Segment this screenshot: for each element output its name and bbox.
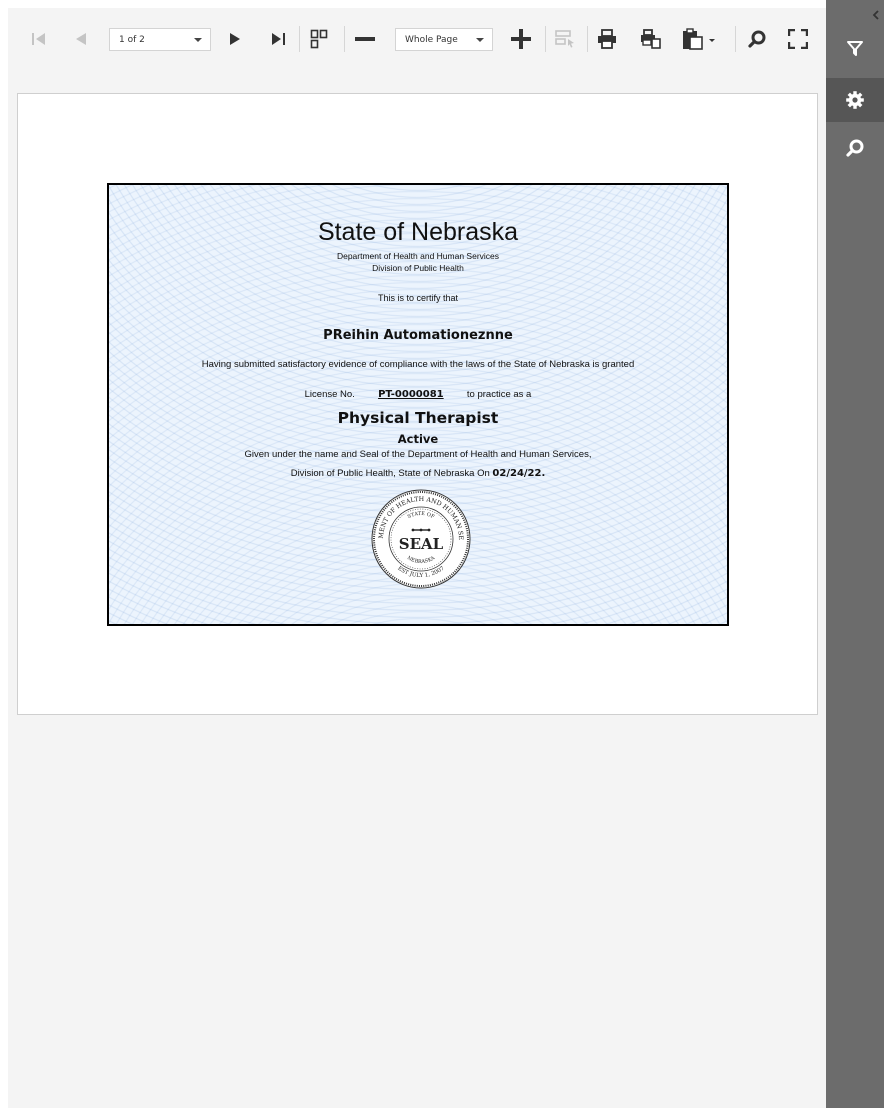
fullscreen-icon	[788, 29, 808, 49]
chevron-down-icon	[194, 38, 202, 42]
properties-tab[interactable]	[826, 78, 884, 122]
department-name: Department of Health and Human Services	[336, 251, 500, 261]
search-tab[interactable]	[826, 126, 884, 170]
page-selector-value: 1 of 2	[119, 34, 145, 45]
license-number: PT-0000081	[378, 389, 444, 400]
last-page-icon	[272, 33, 285, 45]
issue-date: 02/24/22.	[492, 468, 546, 479]
previous-page-icon	[76, 33, 86, 45]
license-certificate: State of Nebraska Department of Health a…	[107, 183, 729, 626]
next-page-button[interactable]	[224, 26, 246, 52]
multipage-mode-button[interactable]	[307, 26, 331, 52]
zoom-out-button[interactable]	[353, 26, 377, 52]
search-icon	[748, 30, 766, 48]
next-page-icon	[230, 33, 240, 45]
page-selector[interactable]: 1 of 2	[109, 28, 211, 51]
report-viewer: 1 of 2 Whole Page State of Nebraska Depa…	[8, 8, 826, 1108]
issue-line-prefix: Division of Public Health, State of Nebr…	[290, 468, 490, 479]
export-icon	[683, 28, 715, 50]
license-label: License No.	[304, 389, 355, 400]
license-line: License No. PT-0000081 to practice as a	[109, 389, 727, 400]
search-icon	[846, 139, 864, 157]
parameters-filter-icon	[847, 41, 863, 56]
certificate-title: State of Nebraska	[317, 218, 519, 246]
collapse-sidebar-button[interactable]	[871, 6, 883, 20]
certify-text: This is to certify that	[377, 293, 459, 303]
division-name: Division of Public Health	[372, 263, 464, 273]
zoom-in-icon	[511, 29, 531, 49]
first-page-icon	[32, 33, 45, 45]
zoom-in-button[interactable]	[509, 26, 533, 52]
practice-text: to practice as a	[466, 389, 532, 400]
previous-page-button[interactable]	[70, 26, 92, 52]
report-page: State of Nebraska Department of Health a…	[17, 93, 818, 715]
compliance-statement: Having submitted satisfactory evidence o…	[201, 359, 635, 370]
last-page-button[interactable]	[266, 26, 290, 52]
given-under-line: Given under the name and Seal of the Dep…	[244, 449, 592, 460]
highlight-editing-fields-button[interactable]	[553, 26, 577, 52]
print-page-button[interactable]	[639, 26, 663, 52]
print-button[interactable]	[595, 26, 619, 52]
parameters-tab[interactable]	[826, 26, 884, 70]
viewer-toolbar: 1 of 2 Whole Page	[8, 8, 826, 68]
zoom-selector[interactable]: Whole Page	[395, 28, 493, 51]
issue-line: Division of Public Health, State of Nebr…	[109, 468, 727, 479]
first-page-button[interactable]	[28, 26, 50, 52]
zoom-out-icon	[355, 37, 375, 41]
print-icon	[598, 29, 616, 49]
highlight-editing-fields-icon	[555, 30, 574, 48]
license-holder-name: PReihin Automationeznne	[323, 328, 513, 343]
right-sidebar	[826, 0, 884, 1108]
chevron-down-icon	[476, 38, 484, 42]
license-status: Active	[397, 432, 439, 446]
collapse-chevron-icon	[872, 10, 879, 20]
print-page-icon	[641, 29, 661, 49]
profession-title: Physical Therapist	[337, 409, 499, 427]
zoom-selector-value: Whole Page	[405, 34, 458, 45]
department-seal: DEPARTMENT OF HEALTH AND HUMAN SERVICES …	[369, 487, 471, 589]
search-button[interactable]	[745, 26, 769, 52]
export-button[interactable]	[680, 26, 718, 52]
fullscreen-button[interactable]	[786, 26, 810, 52]
seal-center-text: SEAL	[399, 535, 444, 553]
multipage-mode-icon	[310, 29, 328, 49]
settings-gear-icon	[846, 91, 864, 109]
